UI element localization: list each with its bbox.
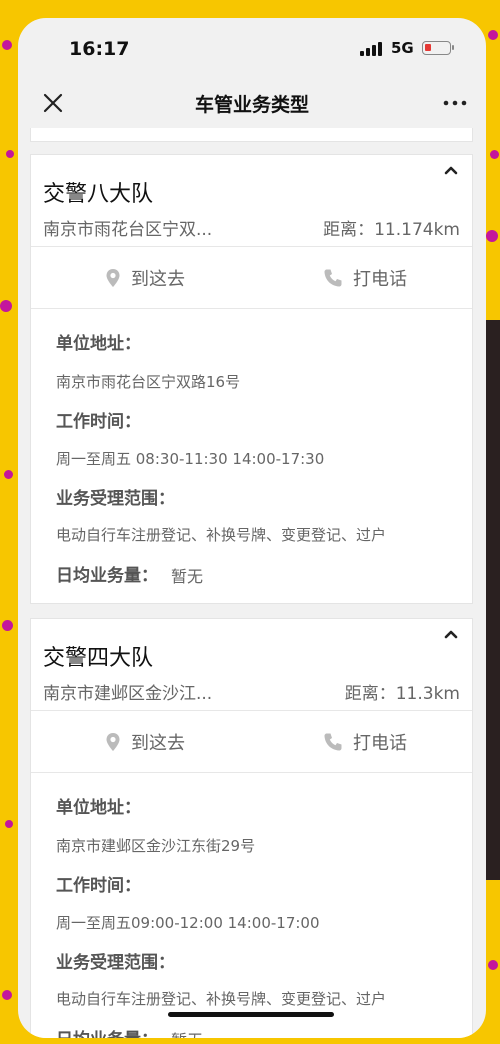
signal-icon [360,42,382,56]
background-dot [2,40,12,50]
address-value: 南京市雨花台区宁双路16号 [56,373,241,391]
background-photo [484,320,500,880]
background-dot [486,230,498,242]
background-dot [4,470,13,479]
station-name: 交警四大队 [43,646,154,671]
page-title: 车管业务类型 [194,94,309,116]
station-address-short: 南京市雨花台区宁双... [43,220,213,240]
background-dot [2,990,12,1000]
station-name: 交警八大队 [43,182,154,207]
hours-value: 周一至周五 08:30-11:30 14:00-17:30 [56,450,325,468]
volume-value: 暂无 [171,567,204,586]
hours-value: 周一至周五09:00-12:00 14:00-17:00 [56,914,320,932]
nav-bar: 车管业务类型 [18,78,486,128]
hours-label: 工作时间： [56,412,141,432]
address-value: 南京市建邺区金沙江东街29号 [56,837,256,855]
status-time: 16:17 [69,38,130,60]
card-header[interactable]: 交警八大队 南京市雨花台区宁双... 距离：11.174km [31,155,472,247]
background-dot [6,150,14,158]
chevron-up-icon[interactable] [444,629,458,639]
card-actions: 到这去 打电话 [31,711,472,773]
previous-card-edge [30,128,473,142]
navigate-label: 到这去 [131,733,185,754]
scope-label: 业务受理范围： [56,953,175,973]
station-card: 交警四大队 南京市建邺区金沙江... 距离：11.3km 到这去 打电话 单位地… [30,618,473,1038]
station-list: 交警八大队 南京市雨花台区宁双... 距离：11.174km 到这去 打电话 单… [18,128,486,1038]
home-indicator[interactable] [168,1012,334,1017]
address-label: 单位地址： [56,334,141,354]
address-label: 单位地址： [56,798,141,818]
navigate-button[interactable]: 到这去 [105,729,185,755]
call-button[interactable]: 打电话 [323,729,407,755]
background-dot [488,30,498,40]
phone-screen: 16:17 5G 车管业务类型 交警八大队 南京市雨花台区宁双... 距离：11… [18,18,486,1038]
status-bar: 16:17 5G [18,18,486,78]
background-dot [0,300,12,312]
volume-label: 日均业务量： [56,566,158,586]
background-dot [488,960,498,970]
station-card: 交警八大队 南京市雨花台区宁双... 距离：11.174km 到这去 打电话 单… [30,154,473,604]
location-pin-icon [106,269,120,287]
phone-icon [324,269,342,287]
phone-icon [324,733,342,751]
volume-value: 暂无 [171,1027,203,1038]
station-distance: 距离：11.174km [323,220,460,240]
background-dot [490,150,499,159]
more-options-icon[interactable] [440,90,470,116]
navigate-label: 到这去 [131,269,185,290]
scope-value: 电动自行车注册登记、补换号牌、变更登记、过户 [56,526,387,544]
card-header[interactable]: 交警四大队 南京市建邺区金沙江... 距离：11.3km [31,619,472,711]
chevron-up-icon[interactable] [444,165,458,175]
call-label: 打电话 [353,733,407,754]
battery-icon [422,41,454,55]
network-type: 5G [391,39,414,57]
call-button[interactable]: 打电话 [323,265,407,291]
volume-label: 日均业务量： [56,1025,158,1038]
background-dot [5,820,13,828]
location-pin-icon [106,733,120,751]
scope-label: 业务受理范围： [56,489,175,509]
card-details: 单位地址： 南京市雨花台区宁双路16号 工作时间： 周一至周五 08:30-11… [31,309,472,603]
scope-value: 电动自行车注册登记、补换号牌、变更登记、过户 [56,990,387,1008]
call-label: 打电话 [353,269,407,290]
card-actions: 到这去 打电话 [31,247,472,309]
background-dot [2,620,13,631]
navigate-button[interactable]: 到这去 [105,265,185,291]
card-details: 单位地址： 南京市建邺区金沙江东街29号 工作时间： 周一至周五09:00-12… [31,773,472,1038]
hours-label: 工作时间： [56,876,141,896]
station-address-short: 南京市建邺区金沙江... [43,684,213,704]
station-distance: 距离：11.3km [344,684,460,704]
